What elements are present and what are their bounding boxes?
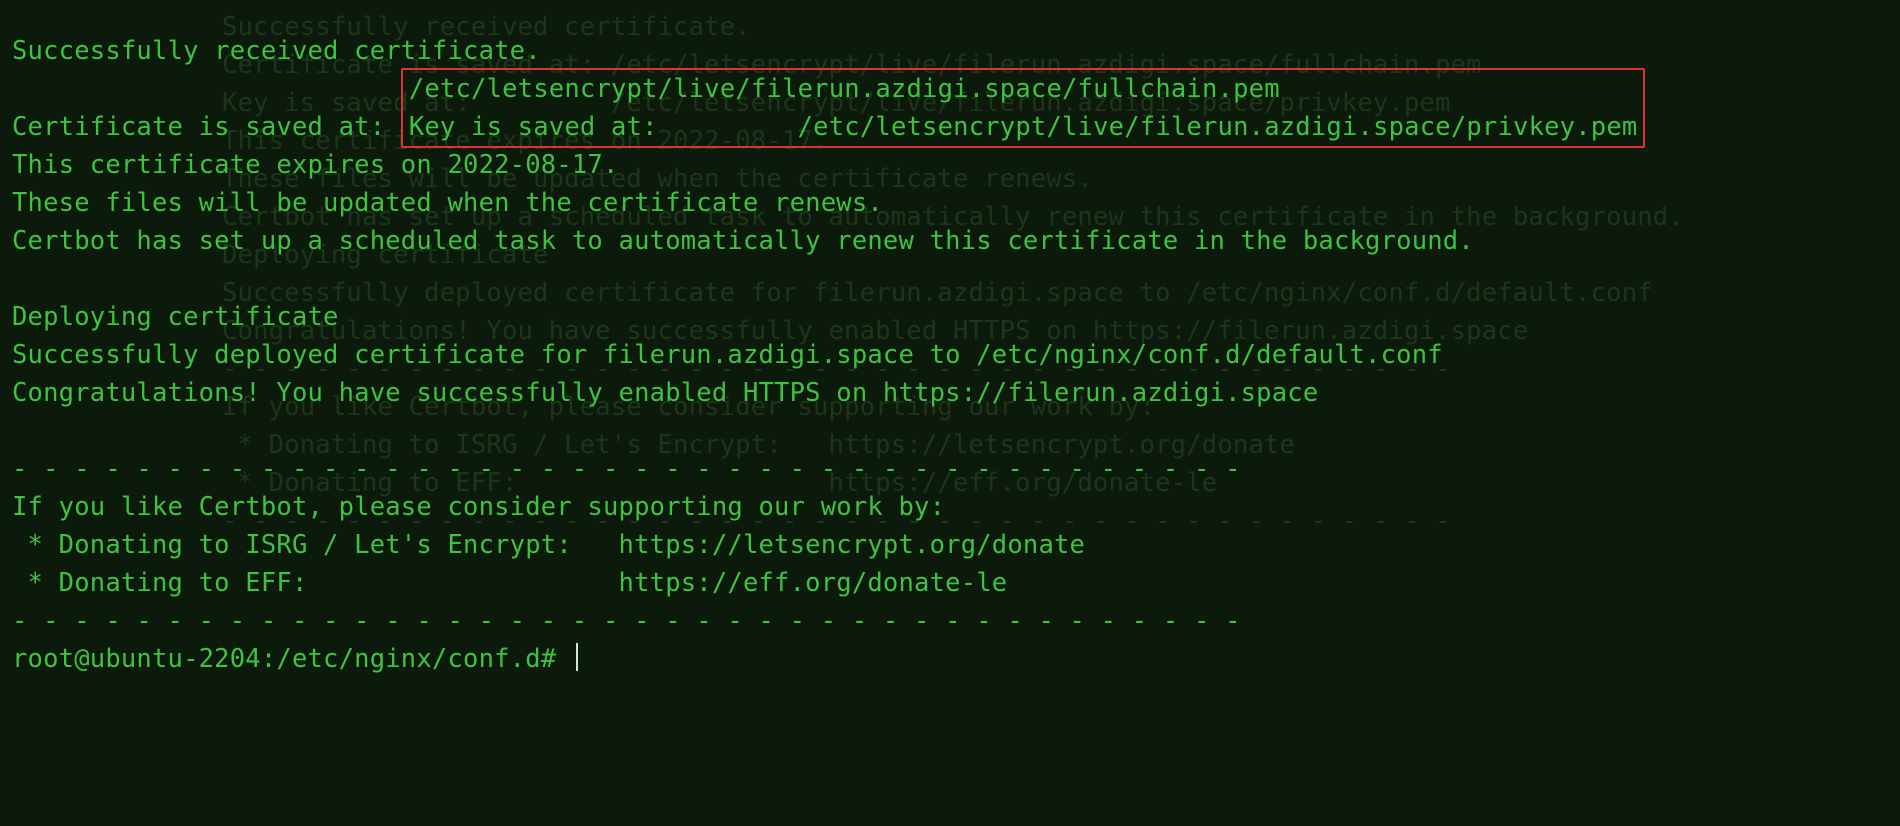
cert-received-line: Successfully received certificate. xyxy=(12,32,1888,70)
separator-line: - - - - - - - - - - - - - - - - - - - - … xyxy=(12,602,1888,640)
separator-line: - - - - - - - - - - - - - - - - - - - - … xyxy=(12,450,1888,488)
cert-expires-line: This certificate expires on 2022-08-17. xyxy=(12,146,1888,184)
deploying-line: Deploying certificate xyxy=(12,298,1888,336)
cert-renew-files-line: These files will be updated when the cer… xyxy=(12,184,1888,222)
terminal-output[interactable]: Successfully received certificate.Certif… xyxy=(0,0,1900,702)
cert-fullchain-path: /etc/letsencrypt/live/filerun.azdigi.spa… xyxy=(409,74,1280,104)
cert-scheduled-line: Certbot has set up a scheduled task to a… xyxy=(12,222,1888,260)
shell-prompt-line[interactable]: root@ubuntu-2204:/etc/nginx/conf.d# xyxy=(12,640,1888,678)
cert-paths-highlight-box: /etc/letsencrypt/live/filerun.azdigi.spa… xyxy=(401,68,1646,148)
shell-prompt: root@ubuntu-2204:/etc/nginx/conf.d# xyxy=(12,644,572,674)
congrats-line: Congratulations! You have successfully e… xyxy=(12,374,1888,412)
cert-saved-label: Certificate is saved at: xyxy=(12,112,401,142)
cert-saved-line: Certificate is saved at: /etc/letsencryp… xyxy=(12,70,1888,146)
deployed-line: Successfully deployed certificate for fi… xyxy=(12,336,1888,374)
cert-privkey-path: /etc/letsencrypt/live/filerun.azdigi.spa… xyxy=(798,112,1638,142)
support-line: If you like Certbot, please consider sup… xyxy=(12,488,1888,526)
donate-isrg-line: * Donating to ISRG / Let's Encrypt: http… xyxy=(12,526,1888,564)
terminal-cursor xyxy=(576,643,578,671)
key-saved-label: Key is saved at: xyxy=(409,112,798,142)
donate-eff-line: * Donating to EFF: https://eff.org/donat… xyxy=(12,564,1888,602)
